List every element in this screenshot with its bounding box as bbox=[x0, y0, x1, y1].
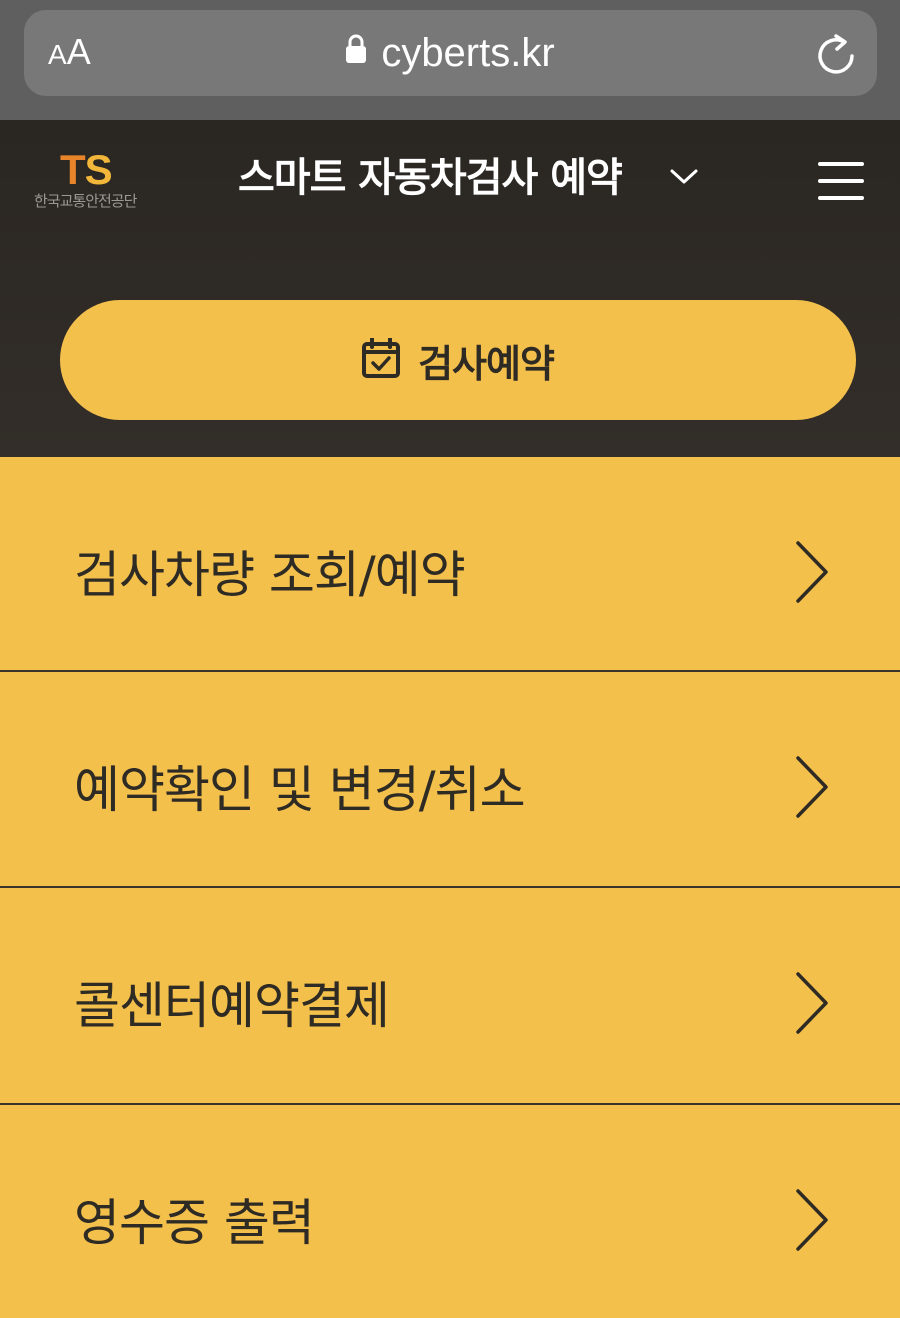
ts-logo[interactable]: TS 한국교통안전공단 bbox=[34, 146, 159, 211]
calendar-check-icon bbox=[362, 337, 401, 382]
menu-list: 검사차량 조회/예약 예약확인 및 변경/취소 콜센터예약결제 영수증 출력 bbox=[0, 457, 900, 1318]
service-title[interactable]: 스마트 자동차검사 예약 bbox=[238, 150, 623, 206]
chevron-right-icon bbox=[792, 970, 832, 1040]
chevron-right-icon bbox=[792, 1187, 832, 1257]
reload-icon[interactable] bbox=[814, 30, 858, 82]
chevron-right-icon bbox=[792, 539, 832, 609]
logo-mark-s: S bbox=[84, 146, 113, 193]
reserve-button[interactable]: 검사예약 bbox=[60, 300, 856, 420]
hamburger-menu-icon[interactable] bbox=[818, 162, 866, 200]
menu-item-label: 콜센터예약결제 bbox=[74, 977, 390, 1035]
logo-mark: TS bbox=[60, 146, 113, 193]
url-display[interactable]: cyberts.kr bbox=[0, 26, 900, 80]
menu-item-reservation-check[interactable]: 예약확인 및 변경/취소 bbox=[0, 672, 900, 886]
logo-mark-t: T bbox=[60, 146, 86, 193]
logo-subtitle: 한국교통안전공단 bbox=[34, 192, 137, 210]
url-text: cyberts.kr bbox=[381, 31, 555, 75]
menu-item-receipt-print[interactable]: 영수증 출력 bbox=[0, 1105, 900, 1318]
chevron-right-icon bbox=[792, 754, 832, 824]
site-header: TS 한국교통안전공단 스마트 자동차검사 예약 검사예약 bbox=[0, 120, 900, 457]
lock-icon bbox=[345, 24, 367, 78]
browser-toolbar: AA cyberts.kr bbox=[0, 0, 900, 120]
menu-item-label: 예약확인 및 변경/취소 bbox=[74, 761, 526, 819]
menu-item-label: 검사차량 조회/예약 bbox=[74, 546, 466, 604]
chevron-down-icon[interactable] bbox=[670, 168, 698, 190]
menu-item-label: 영수증 출력 bbox=[74, 1194, 315, 1252]
menu-item-vehicle-inquiry[interactable]: 검사차량 조회/예약 bbox=[0, 457, 900, 671]
menu-item-callcenter-payment[interactable]: 콜센터예약결제 bbox=[0, 888, 900, 1103]
reserve-button-label: 검사예약 bbox=[418, 341, 555, 386]
